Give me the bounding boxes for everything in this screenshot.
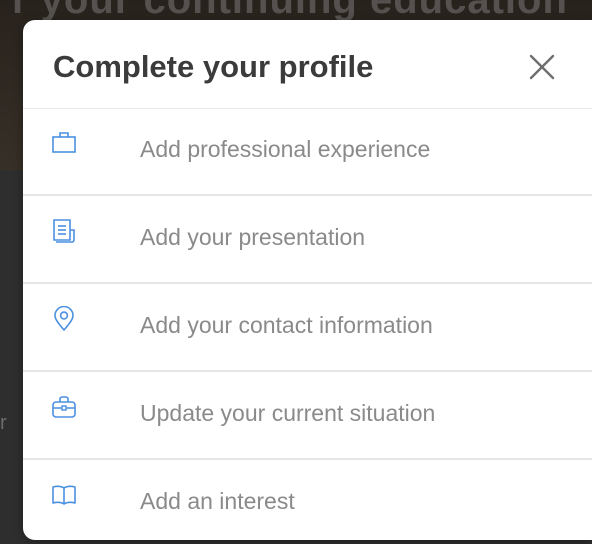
list-item-label: Add your contact information — [140, 312, 433, 338]
document-icon — [53, 219, 75, 243]
list-item-current-situation[interactable]: Update your current situation — [23, 372, 592, 460]
list-item-interest[interactable]: Add an interest — [23, 460, 592, 540]
complete-profile-modal: Complete your profile Add professional e… — [23, 20, 592, 540]
list-item-label: Add an interest — [140, 488, 295, 514]
close-button[interactable] — [525, 50, 559, 84]
location-pin-icon — [54, 306, 74, 332]
list-item-label: Add professional experience — [140, 136, 431, 162]
list-item-label: Add your presentation — [140, 224, 366, 250]
toolbox-icon — [52, 396, 76, 418]
close-icon — [529, 54, 555, 80]
list-item-contact-information[interactable]: Add your contact information — [23, 284, 592, 372]
modal-title: Complete your profile — [53, 49, 374, 84]
background-text: r — [0, 412, 7, 434]
list-item-label: Update your current situation — [140, 400, 436, 426]
open-book-icon — [52, 485, 76, 505]
list-item-professional-experience[interactable]: Add professional experience — [23, 108, 592, 196]
list-item-presentation[interactable]: Add your presentation — [23, 196, 592, 284]
briefcase-icon — [52, 132, 76, 153]
profile-tasks-list: Add professional experience Add your pre… — [23, 108, 592, 540]
modal-header: Complete your profile — [23, 20, 592, 109]
